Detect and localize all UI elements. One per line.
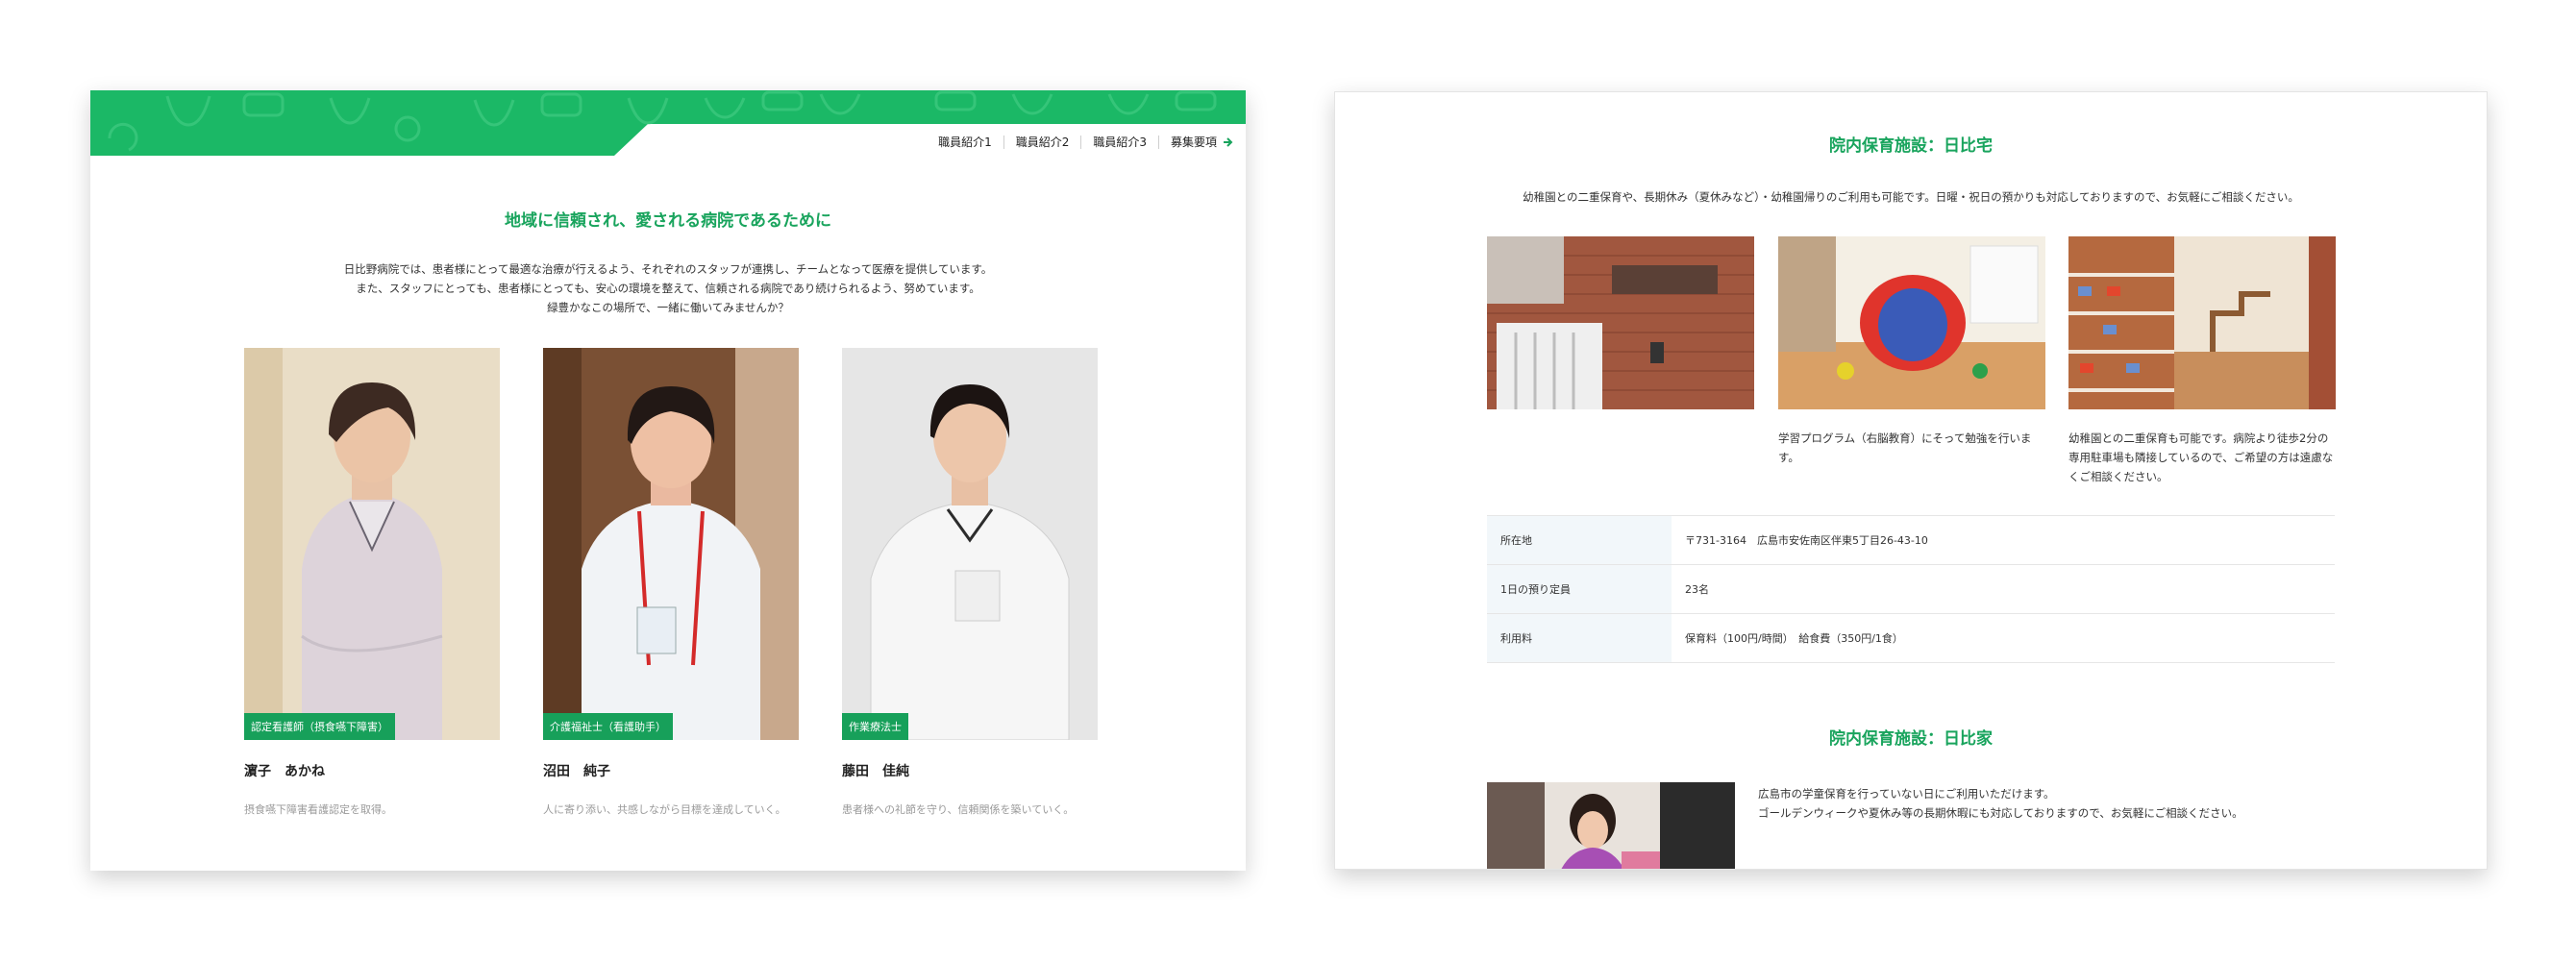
- top-nav: 職員紹介1 職員紹介2 職員紹介3 募集要項: [927, 129, 1246, 156]
- facility2-text: 広島市の学童保育を行っていない日にご利用いただけます。 ゴールデンウィークや夏休…: [1758, 784, 2243, 823]
- facility2-photo: [1487, 782, 1735, 869]
- childcare-page-preview: 院内保育施設：日比宅 幼稚園との二重保育や、長期休み（夏休みなど）・幼稚園帰りの…: [1334, 91, 2488, 870]
- intro-line-1: 日比野病院では、患者様にとって最適な治療が行えるよう、それぞれのスタッフが連携し…: [343, 262, 993, 276]
- table-label: 利用料: [1487, 613, 1672, 663]
- nav-staff-2[interactable]: 職員紹介2: [1003, 136, 1081, 149]
- facility1-photo-1: [1487, 236, 1754, 409]
- role-badge-3: 作業療法士: [842, 713, 908, 740]
- facility2-line-2: ゴールデンウィークや夏休み等の長期休暇にも対応しておりますので、お気軽にご相談く…: [1758, 806, 2243, 820]
- table-row: 利用料 保育料（100円/時間） 給食費（350円/1食）: [1487, 613, 2335, 663]
- staff-card-1[interactable]: 認定看護師（摂食嚥下障害） 濵子 あかね 摂食嚥下障害看護認定を取得。: [244, 348, 500, 817]
- table-label: 1日の預り定員: [1487, 564, 1672, 614]
- table-value: 〒731-3164 広島市安佐南区伴東5丁目26-43-10: [1672, 515, 2335, 565]
- nav-recruit-label: 募集要項: [1170, 136, 1217, 149]
- staff-name-1: 濵子 あかね: [244, 764, 325, 779]
- table-value: 保育料（100円/時間） 給食費（350円/1食）: [1672, 613, 2335, 663]
- facility2-line-1: 広島市の学童保育を行っていない日にご利用いただけます。: [1758, 787, 2055, 801]
- table-value: 23名: [1672, 564, 2335, 614]
- recruit-page-preview: 職員紹介1 職員紹介2 職員紹介3 募集要項 地域に信頼され、愛される病院である…: [90, 90, 1246, 871]
- facility1-info-table: 所在地 〒731-3164 広島市安佐南区伴東5丁目26-43-10 1日の預り…: [1487, 515, 2335, 663]
- staff-photo-3: 作業療法士: [842, 348, 1098, 740]
- staff-desc-3: 患者様への礼節を守り、信頼関係を築いていく。: [842, 803, 1075, 816]
- table-row: 1日の預り定員 23名: [1487, 564, 2335, 614]
- role-badge-2: 介護福祉士（看護助手）: [543, 713, 673, 740]
- staff-card-2[interactable]: 介護福祉士（看護助手） 沼田 純子 人に寄り添い、共感しながら目標を達成していく…: [543, 348, 799, 817]
- table-row: 所在地 〒731-3164 広島市安佐南区伴東5丁目26-43-10: [1487, 515, 2335, 565]
- staff-card-3[interactable]: 作業療法士 藤田 佳純 患者様への礼節を守り、信頼関係を築いていく。: [842, 348, 1098, 817]
- staff-name-3: 藤田 佳純: [842, 764, 909, 779]
- page-heading: 地域に信頼され、愛される病院であるために: [505, 211, 831, 231]
- intro-text: 日比野病院では、患者様にとって最適な治療が行えるよう、それぞれのスタッフが連携し…: [90, 259, 1246, 317]
- facility1-title: 院内保育施設：日比宅: [1829, 136, 1993, 156]
- arrow-icon: [1224, 137, 1233, 147]
- table-label: 所在地: [1487, 515, 1672, 565]
- staff-desc-1: 摂食嚥下障害看護認定を取得。: [244, 803, 392, 816]
- nav-staff-1[interactable]: 職員紹介1: [927, 136, 1003, 149]
- staff-desc-2: 人に寄り添い、共感しながら目標を達成していく。: [543, 803, 786, 816]
- facility1-photo-3: [2068, 236, 2336, 409]
- staff-name-2: 沼田 純子: [543, 764, 610, 779]
- facility1-intro: 幼稚園との二重保育や、長期休み（夏休みなど）・幼稚園帰りのご利用も可能です。日曜…: [1523, 190, 2299, 204]
- nav-recruit[interactable]: 募集要項: [1157, 136, 1246, 149]
- facility1-caption-3: 幼稚園との二重保育も可能です。病院より徒歩2分の専用駐車場も隣接しているので、ご…: [2068, 431, 2334, 483]
- intro-line-3: 緑豊かなこの場所で、一緒に働いてみませんか？: [547, 301, 789, 314]
- facility1-photo-2: [1778, 236, 2045, 409]
- staff-photo-2: 介護福祉士（看護助手）: [543, 348, 799, 740]
- nav-staff-3[interactable]: 職員紹介3: [1080, 136, 1158, 149]
- staff-photo-1: 認定看護師（摂食嚥下障害）: [244, 348, 500, 740]
- facility2-title: 院内保育施設：日比家: [1829, 729, 1993, 749]
- role-badge-1: 認定看護師（摂食嚥下障害）: [244, 713, 395, 740]
- facility1-caption-2: 学習プログラム（右脳教育）にそって勉強を行います。: [1778, 431, 2032, 464]
- intro-line-2: また、スタッフにとっても、患者様にとっても、安心の環境を整えて、信頼される病院で…: [356, 282, 980, 295]
